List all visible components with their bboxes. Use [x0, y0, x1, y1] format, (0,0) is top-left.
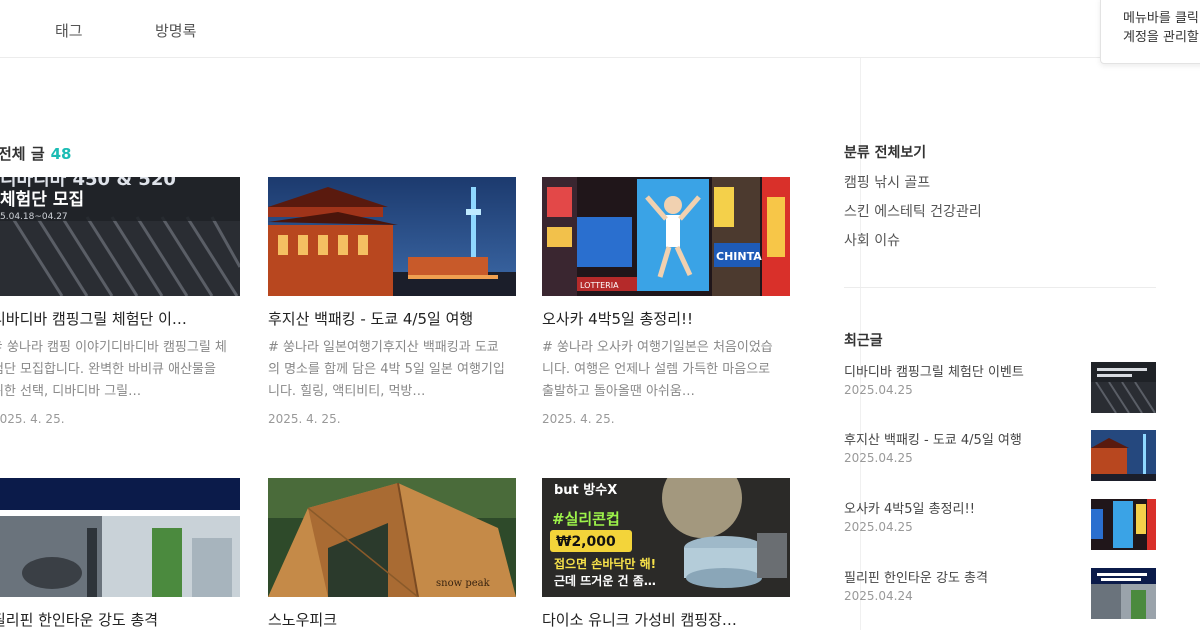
post-title[interactable]: 다이소 유니크 가성비 캠핑장…	[542, 609, 782, 630]
post-title[interactable]: 디바디바 캠핑그릴 체험단 이…	[0, 308, 232, 329]
thumb-subheading: 체험단 모집	[0, 189, 84, 210]
category-item[interactable]: 스킨 에스테틱 건강관리	[844, 201, 982, 221]
recent-post-title[interactable]: 필리핀 한인타운 강도 총격	[844, 567, 1074, 586]
post-title[interactable]: 오사카 4박5일 총정리!!	[542, 308, 782, 329]
post-date: 2025. 4. 25.	[542, 412, 615, 426]
thumb-sign-text: CHINTAI	[716, 250, 766, 263]
recent-post-item[interactable]: 후지산 백패킹 - 도쿄 4/5일 여행 2025.04.25	[844, 429, 1156, 493]
post-title[interactable]: 필리핀 한인타운 강도 총격	[0, 609, 232, 630]
thumb-price: ₩2,000	[556, 534, 616, 550]
post-card[interactable]: 필리핀 한인타운 강도 총격	[0, 478, 240, 630]
recent-post-date: 2025.04.24	[844, 589, 913, 603]
recent-post-date: 2025.04.25	[844, 383, 913, 397]
recent-post-date: 2025.04.25	[844, 520, 913, 534]
post-thumbnail[interactable]: snow peak	[268, 478, 516, 597]
tooltip-line-1: 메뉴바를 클릭	[1123, 11, 1199, 26]
recent-post-item[interactable]: 오사카 4박5일 총정리!! 2025.04.25	[844, 498, 1156, 562]
recent-post-title[interactable]: 후지산 백패킹 - 도쿄 4/5일 여행	[844, 429, 1074, 448]
recent-post-item[interactable]: 필리핀 한인타운 강도 총격 2025.04.24	[844, 567, 1156, 630]
category-item[interactable]: 캠핑 낚시 골프	[844, 172, 930, 192]
thumb-hashtag: #실리콘컵	[552, 510, 620, 528]
nav-guestbook-link[interactable]: 방명록	[155, 20, 196, 41]
recent-post-thumbnail[interactable]	[1091, 499, 1156, 550]
recent-post-title[interactable]: 오사카 4박5일 총정리!!	[844, 498, 1074, 517]
recent-post-thumbnail[interactable]	[1091, 568, 1156, 619]
post-thumbnail[interactable]	[268, 177, 516, 296]
menu-tooltip: 메뉴바를 클릭 계정을 관리할	[1100, 0, 1200, 64]
post-excerpt: # 쑹나라 오사카 여행기일본은 처음이었습니다. 여행은 언제나 설렘 가득한…	[542, 340, 773, 399]
post-card[interactable]: but 방수X #실리콘컵 ₩2,000 접으면 손바닥만 해! 근데 뜨거운 …	[542, 478, 790, 630]
post-excerpt: # 쑹나라 캠핑 이야기디바디바 캠핑그릴 체험단 모집합니다. 완벽한 바비큐…	[0, 340, 227, 399]
thumb-line: 접으면 손바닥만 해!	[554, 556, 656, 571]
top-navigation: 태그 방명록	[0, 0, 1200, 58]
section-title-label: 전체 글	[0, 145, 45, 163]
category-item[interactable]: 사회 이슈	[844, 230, 900, 250]
post-card[interactable]: snow peak 스노우피크	[268, 478, 516, 630]
recent-post-item[interactable]: 디바디바 캠핑그릴 체험단 이벤트 2025.04.25	[844, 361, 1156, 425]
post-card[interactable]: 후지산 백패킹 - 도쿄 4/5일 여행 # 쑹나라 일본여행기후지산 백패킹과…	[268, 177, 516, 426]
thumb-sign-text: LOTTERIA	[580, 281, 619, 290]
post-excerpt: # 쑹나라 일본여행기후지산 백패킹과 도쿄의 명소를 함께 담은 4박 5일 …	[268, 340, 505, 399]
post-date: 2025. 4. 25.	[0, 412, 65, 426]
sidebar-divider	[844, 287, 1156, 288]
recent-posts-title: 최근글	[844, 333, 883, 349]
thumb-caption: but 방수X	[554, 482, 617, 498]
recent-post-thumbnail[interactable]	[1091, 430, 1156, 481]
thumb-line: 근데 뜨거운 건 좀…	[554, 573, 656, 588]
tooltip-line-2: 계정을 관리할	[1123, 30, 1199, 45]
post-thumbnail[interactable]: 디바디바 450 & 520 체험단 모집 5.04.18~04.27	[0, 177, 240, 296]
thumb-date-range: 5.04.18~04.27	[0, 212, 68, 222]
post-thumbnail[interactable]: but 방수X #실리콘컵 ₩2,000 접으면 손바닥만 해! 근데 뜨거운 …	[542, 478, 790, 597]
recent-post-thumbnail[interactable]	[1091, 362, 1156, 413]
post-card[interactable]: CHINTAI LOTTERIA 오사카 4박5일 총정리!! # 쑹나라 오사…	[542, 177, 790, 426]
section-title: 전체 글 48	[0, 143, 72, 164]
thumb-heading: 디바디바 450 & 520	[0, 177, 176, 190]
tent-brand-text: snow peak	[436, 578, 491, 589]
nav-tag-link[interactable]: 태그	[55, 20, 83, 41]
post-count-badge: 48	[50, 145, 72, 163]
recent-post-date: 2025.04.25	[844, 451, 913, 465]
post-title[interactable]: 후지산 백패킹 - 도쿄 4/5일 여행	[268, 308, 508, 329]
post-thumbnail[interactable]: CHINTAI LOTTERIA	[542, 177, 790, 296]
recent-post-title[interactable]: 디바디바 캠핑그릴 체험단 이벤트	[844, 361, 1074, 380]
post-thumbnail[interactable]	[0, 478, 240, 597]
post-date: 2025. 4. 25.	[268, 412, 341, 426]
post-title[interactable]: 스노우피크	[268, 609, 508, 630]
category-all-link[interactable]: 분류 전체보기	[844, 142, 926, 162]
post-card[interactable]: 디바디바 450 & 520 체험단 모집 5.04.18~04.27 디바디바…	[0, 177, 240, 426]
